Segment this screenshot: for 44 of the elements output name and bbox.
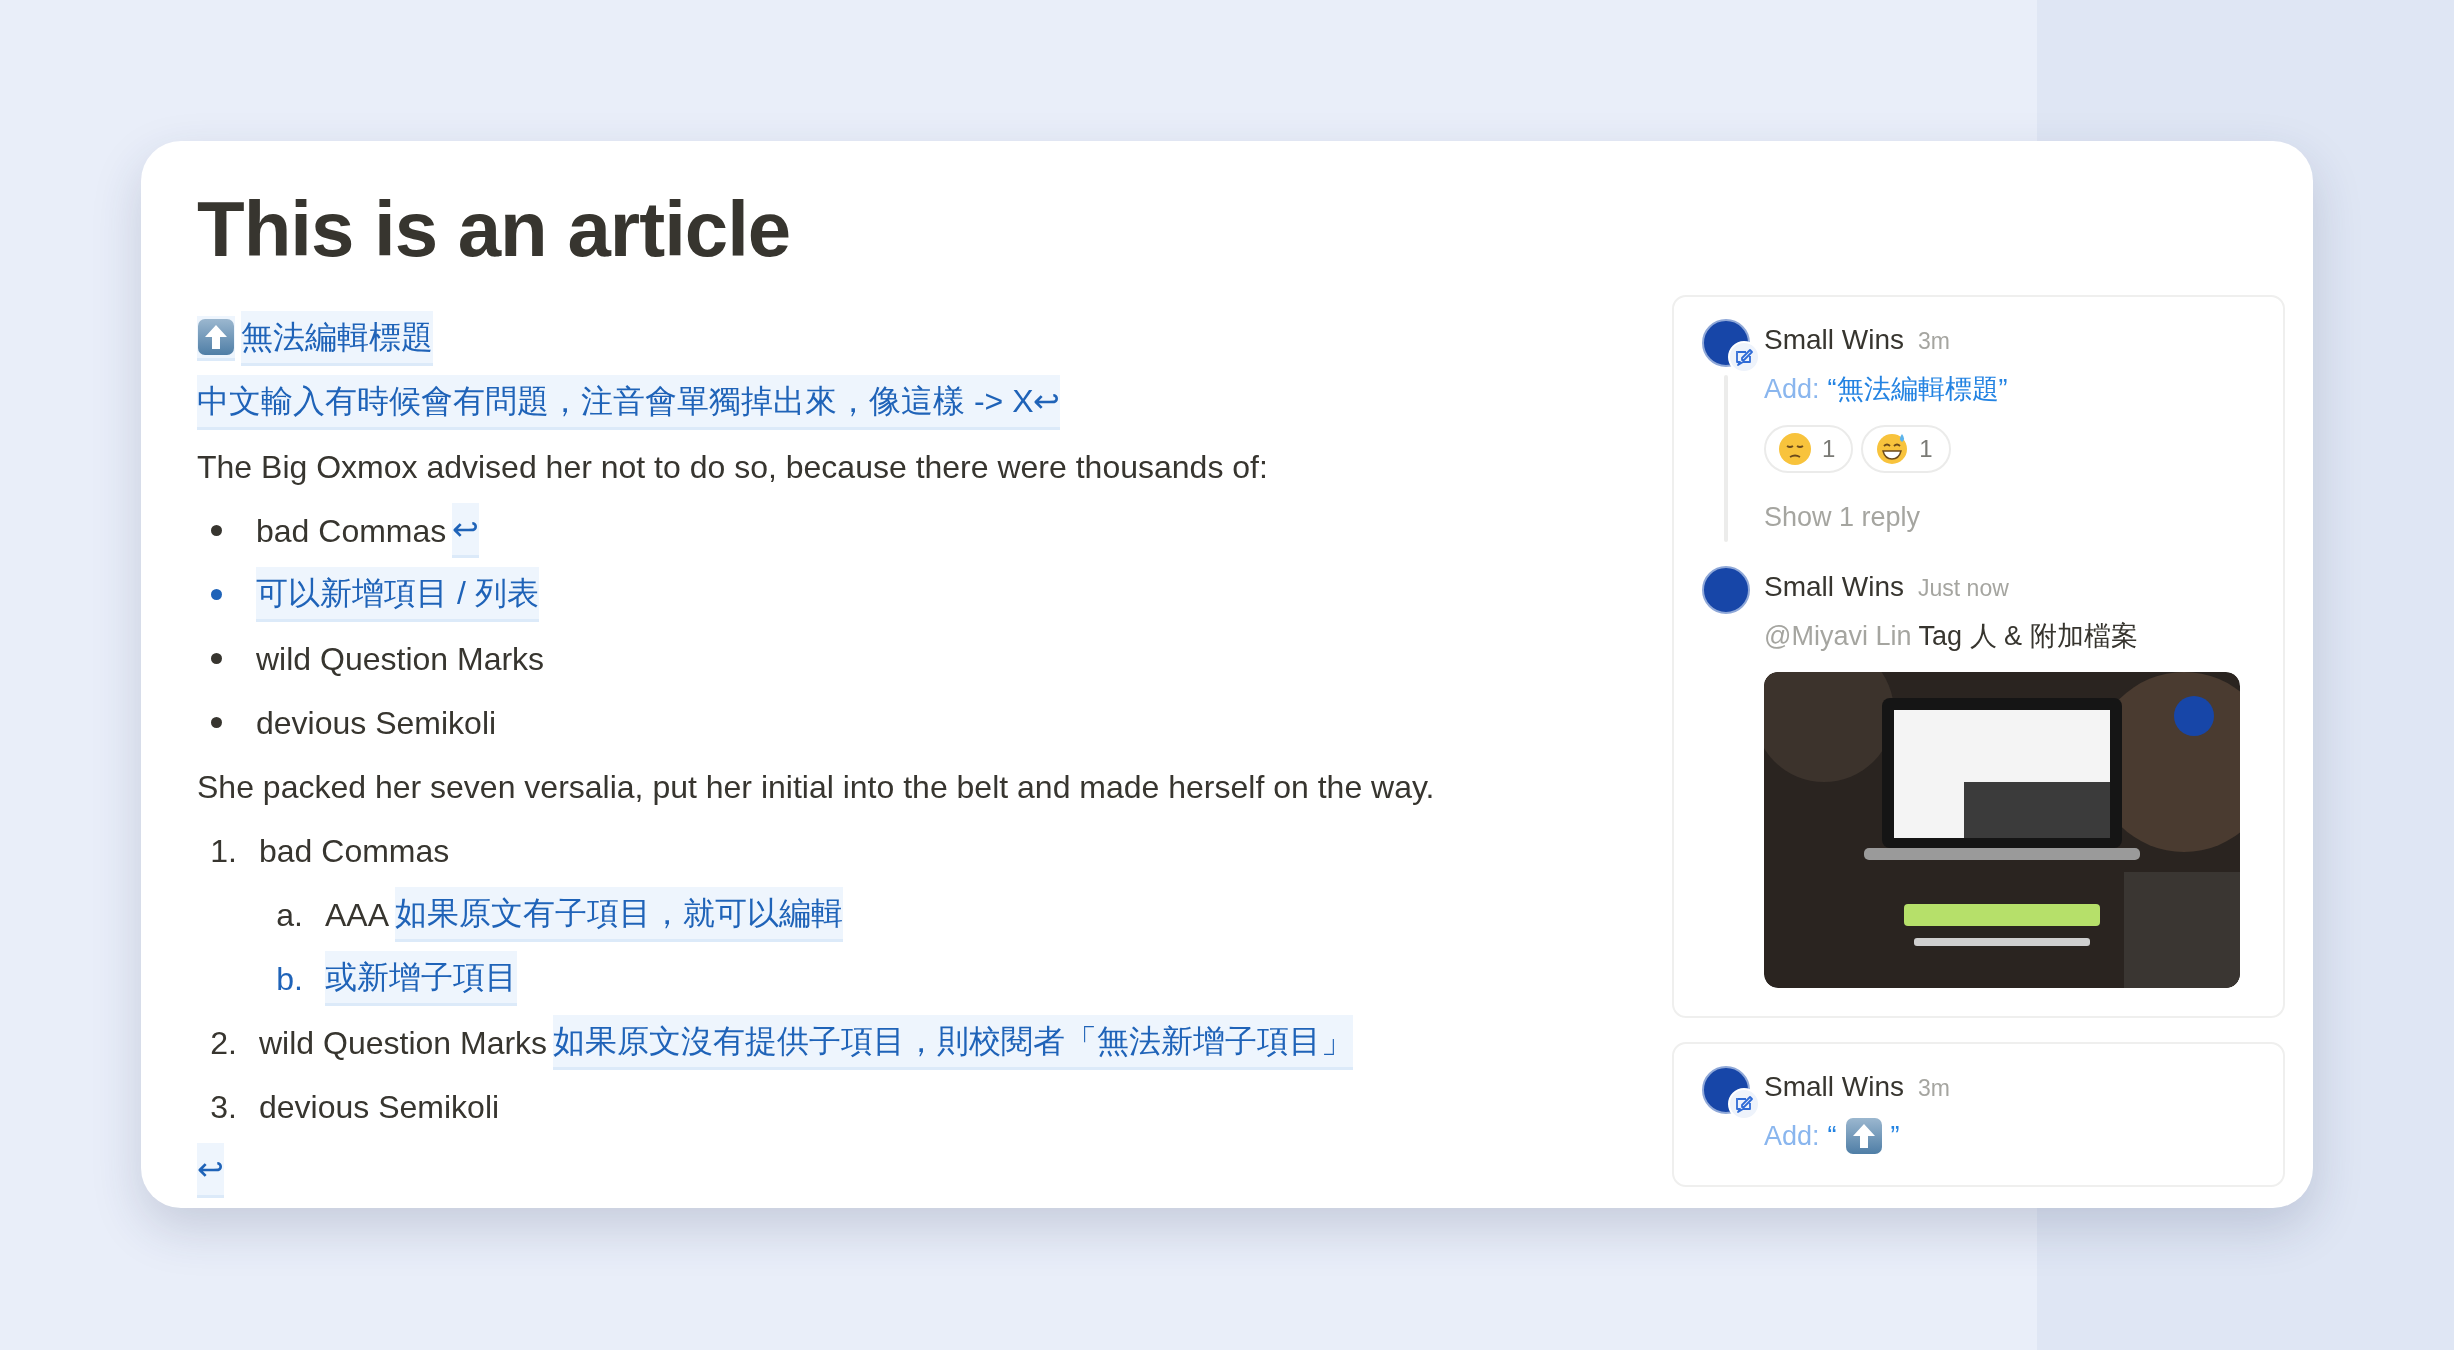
suggestion-label: Add: bbox=[1764, 372, 1820, 406]
list-number: 1. bbox=[209, 831, 238, 871]
body-text: wild Question Marks bbox=[256, 639, 545, 679]
comment-time: 3m bbox=[1918, 326, 1950, 356]
list-number: a. bbox=[275, 895, 304, 935]
reaction-button[interactable]: 1 bbox=[1764, 425, 1854, 474]
suggested-text: ↩ bbox=[197, 1143, 224, 1199]
body-text: bad Commas bbox=[259, 831, 450, 871]
comment-time: Just now bbox=[1918, 573, 2009, 603]
author-name: Small Wins bbox=[1764, 1070, 1904, 1105]
suggested-text: 中文輸入有時候會有問題，注音會單獨掉出來，像這樣 -> X↩ bbox=[197, 375, 1061, 431]
author-name: Small Wins bbox=[1764, 322, 1904, 357]
author-name: Small Wins bbox=[1764, 569, 1904, 604]
body-text: She packed her seven versalia, put her initial into the belt and made herself on the way. bbox=[197, 767, 1435, 807]
list-number: 2. bbox=[209, 1023, 238, 1063]
body-text: devious Semikoli bbox=[256, 703, 497, 743]
suggested-text: 無法編輯標題 bbox=[241, 311, 433, 367]
suggestion-quote: “無法編輯標題” bbox=[1827, 372, 2008, 406]
body-text: The Big Oxmox advised her not to do so, because there were thousands of: bbox=[197, 447, 1268, 487]
comment-text: @Miyavi Lin Tag 人 & 附加檔案 bbox=[1764, 619, 2139, 653]
body-text: AAA bbox=[325, 895, 390, 935]
show-replies-link[interactable]: Show 1 reply bbox=[1764, 497, 1921, 538]
edit-comment-icon bbox=[1728, 340, 1760, 373]
article-title: This is an article bbox=[197, 185, 792, 275]
avatar bbox=[1702, 565, 1750, 614]
sad-face-icon bbox=[1778, 432, 1812, 467]
suggested-text: 可以新增項目 / 列表 bbox=[256, 567, 539, 623]
suggestion-quote: ” bbox=[1890, 1120, 1900, 1154]
list-number: b. bbox=[275, 959, 304, 999]
sweat-smile-icon bbox=[1875, 432, 1910, 467]
suggestion-quote: “ bbox=[1827, 1120, 1837, 1154]
suggested-text: 如果原文沒有提供子項目，則校閱者「無法新增子項目」 bbox=[553, 1015, 1354, 1071]
comment-time: 3m bbox=[1918, 1074, 1950, 1104]
body-text: wild Question Marks bbox=[259, 1023, 548, 1063]
suggestion-label: Add: bbox=[1764, 1120, 1820, 1154]
edit-comment-icon bbox=[1728, 1088, 1760, 1121]
body-text: devious Semikoli bbox=[259, 1087, 500, 1127]
mention-link[interactable]: @Miyavi Lin bbox=[1764, 620, 1912, 651]
suggested-text: ↩ bbox=[452, 503, 480, 559]
reaction-button[interactable]: 1 bbox=[1861, 425, 1951, 474]
list-number: 3. bbox=[209, 1087, 238, 1127]
body-text: bad Commas bbox=[256, 511, 447, 551]
suggested-text: 如果原文有子項目，就可以編輯 bbox=[395, 887, 844, 943]
suggested-text: 或新增子項目 bbox=[325, 951, 517, 1007]
